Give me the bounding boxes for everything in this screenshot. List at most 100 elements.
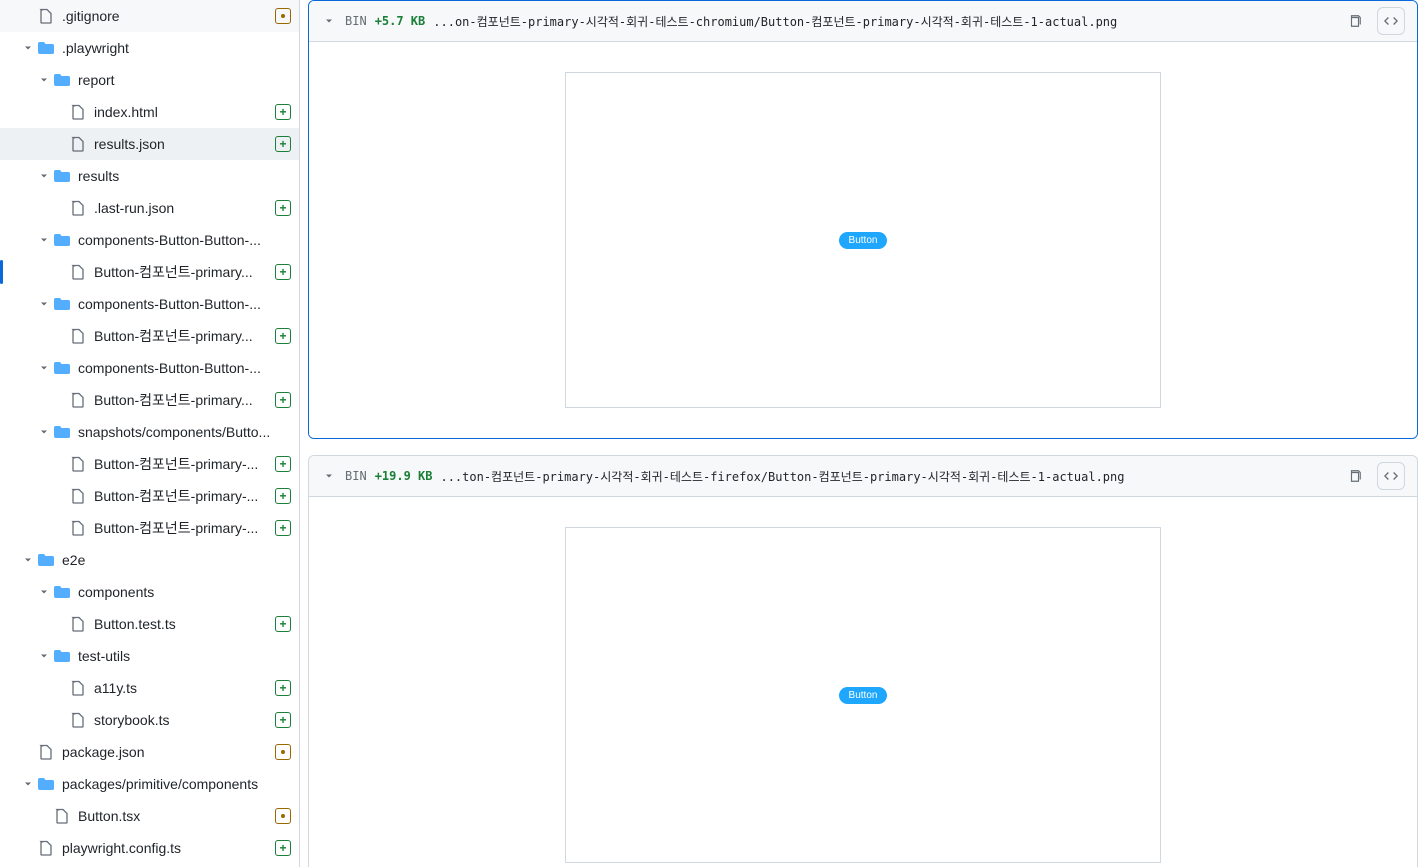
diff-block: BIN +19.9 KB ...ton-컴포넌트-primary-시각적-회귀-… <box>308 455 1418 867</box>
tree-row[interactable]: components-Button-Button-... <box>0 288 299 320</box>
tree-row[interactable]: components-Button-Button-... <box>0 352 299 384</box>
tree-row[interactable]: snapshots/components/Butto... <box>0 416 299 448</box>
diff-viewer[interactable]: BIN +5.7 KB ...on-컴포넌트-primary-시각적-회귀-테스… <box>300 0 1418 867</box>
added-badge <box>275 136 291 152</box>
added-badge <box>275 520 291 536</box>
file-icon <box>70 136 86 152</box>
added-badge <box>275 712 291 728</box>
chevron-down-icon[interactable] <box>321 13 337 29</box>
tree-item-label: results <box>78 168 291 184</box>
folder-icon <box>54 232 70 248</box>
added-badge <box>275 488 291 504</box>
tree-row[interactable]: Button-컴포넌트-primary-... <box>0 512 299 544</box>
tree-item-label: index.html <box>94 104 275 120</box>
file-icon <box>70 456 86 472</box>
view-source-button[interactable] <box>1377 7 1405 35</box>
chevron-down-icon[interactable] <box>20 776 36 792</box>
tree-row[interactable]: Button-컴포넌트-primary-... <box>0 480 299 512</box>
tree-row[interactable]: results.json <box>0 128 299 160</box>
tree-row[interactable]: packages/primitive/components <box>0 768 299 800</box>
file-icon <box>38 8 54 24</box>
folder-icon <box>54 584 70 600</box>
view-source-button[interactable] <box>1377 462 1405 490</box>
added-badge <box>275 264 291 280</box>
snapshot-image: Button <box>565 72 1161 408</box>
tree-item-label: package.json <box>62 744 275 760</box>
file-path: ...ton-컴포넌트-primary-시각적-회귀-테스트-firefox/B… <box>440 468 1333 485</box>
file-icon <box>70 328 86 344</box>
tree-row[interactable]: .gitignore <box>0 0 299 32</box>
chevron-down-icon[interactable] <box>36 424 52 440</box>
chevron-down-icon[interactable] <box>20 40 36 56</box>
snapshot-button-preview: Button <box>839 687 888 704</box>
tree-item-label: .last-run.json <box>94 200 275 216</box>
tree-item-label: .gitignore <box>62 8 275 24</box>
added-badge <box>275 456 291 472</box>
tree-row[interactable]: playwright.config.ts <box>0 832 299 864</box>
folder-icon <box>38 776 54 792</box>
added-badge <box>275 200 291 216</box>
snapshot-image: Button <box>565 527 1161 863</box>
chevron-down-icon[interactable] <box>36 360 52 376</box>
chevron-down-icon[interactable] <box>36 232 52 248</box>
copy-path-button[interactable] <box>1341 462 1369 490</box>
tree-row[interactable]: Button-컴포넌트-primary... <box>0 384 299 416</box>
tree-row[interactable]: Button-컴포넌트-primary-... <box>0 448 299 480</box>
folder-icon <box>54 168 70 184</box>
tree-row[interactable]: storybook.ts <box>0 704 299 736</box>
added-badge <box>275 392 291 408</box>
diff-block: BIN +5.7 KB ...on-컴포넌트-primary-시각적-회귀-테스… <box>308 0 1418 439</box>
size-tag: +19.9 KB <box>375 469 433 483</box>
chevron-down-icon[interactable] <box>20 552 36 568</box>
tree-row[interactable]: a11y.ts <box>0 672 299 704</box>
folder-icon <box>54 296 70 312</box>
tree-item-label: e2e <box>62 552 291 568</box>
tree-row[interactable]: e2e <box>0 544 299 576</box>
tree-row[interactable]: components-Button-Button-... <box>0 224 299 256</box>
tree-item-label: a11y.ts <box>94 680 275 696</box>
copy-path-button[interactable] <box>1341 7 1369 35</box>
tree-item-label: Button-컴포넌트-primary... <box>94 326 275 346</box>
tree-item-label: .playwright <box>62 40 291 56</box>
file-icon <box>70 520 86 536</box>
tree-item-label: packages/primitive/components <box>62 776 291 792</box>
file-icon <box>38 744 54 760</box>
chevron-down-icon[interactable] <box>36 72 52 88</box>
chevron-down-icon[interactable] <box>36 584 52 600</box>
added-badge <box>275 328 291 344</box>
tree-item-label: results.json <box>94 136 275 152</box>
folder-icon <box>54 360 70 376</box>
tree-item-label: components <box>78 584 291 600</box>
tree-row[interactable]: Button.tsx <box>0 800 299 832</box>
tree-item-label: Button-컴포넌트-primary-... <box>94 454 275 474</box>
tree-row[interactable]: Button.test.ts <box>0 608 299 640</box>
tree-row[interactable]: report <box>0 64 299 96</box>
tree-item-label: components-Button-Button-... <box>78 296 291 312</box>
diff-header: BIN +19.9 KB ...ton-컴포넌트-primary-시각적-회귀-… <box>309 456 1417 497</box>
tree-row[interactable]: test-utils <box>0 640 299 672</box>
folder-icon <box>54 648 70 664</box>
tree-item-label: Button.test.ts <box>94 616 275 632</box>
chevron-down-icon[interactable] <box>36 168 52 184</box>
tree-item-label: Button-컴포넌트-primary-... <box>94 486 275 506</box>
tree-row[interactable]: index.html <box>0 96 299 128</box>
tree-row[interactable]: .last-run.json <box>0 192 299 224</box>
chevron-down-icon[interactable] <box>36 648 52 664</box>
tree-item-label: components-Button-Button-... <box>78 360 291 376</box>
tree-item-label: components-Button-Button-... <box>78 232 291 248</box>
file-icon <box>54 808 70 824</box>
tree-item-label: Button-컴포넌트-primary... <box>94 262 275 282</box>
tree-row[interactable]: results <box>0 160 299 192</box>
file-tree-sidebar[interactable]: .gitignore .playwright report index.html res… <box>0 0 300 867</box>
tree-row[interactable]: .playwright <box>0 32 299 64</box>
tree-row[interactable]: Button-컴포넌트-primary... <box>0 256 299 288</box>
tree-item-label: Button-컴포넌트-primary-... <box>94 518 275 538</box>
tree-row[interactable]: package.json <box>0 736 299 768</box>
tree-row[interactable]: Button-컴포넌트-primary... <box>0 320 299 352</box>
file-icon <box>70 680 86 696</box>
chevron-down-icon[interactable] <box>321 468 337 484</box>
file-path: ...on-컴포넌트-primary-시각적-회귀-테스트-chromium/B… <box>433 13 1333 30</box>
snapshot-button-preview: Button <box>839 232 888 249</box>
tree-row[interactable]: components <box>0 576 299 608</box>
chevron-down-icon[interactable] <box>36 296 52 312</box>
